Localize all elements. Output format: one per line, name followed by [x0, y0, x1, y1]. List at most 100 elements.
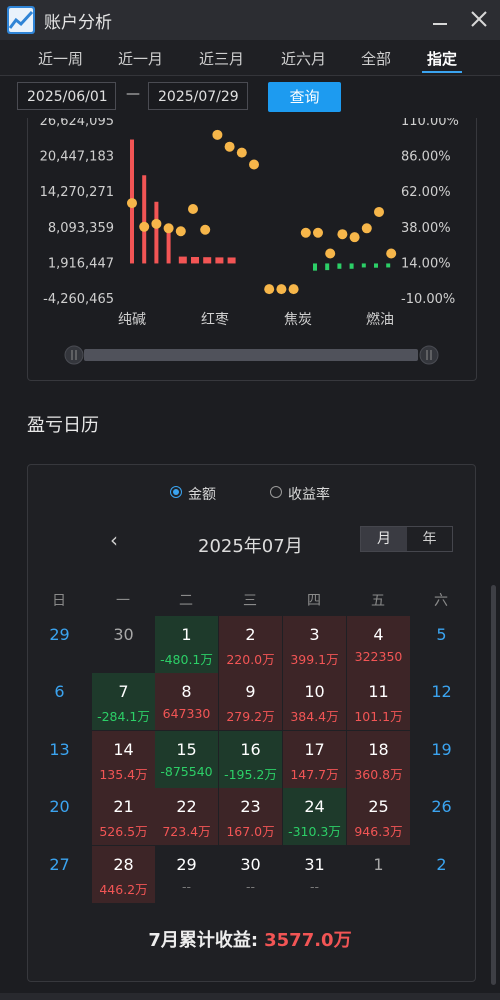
calendar-day-cell[interactable]: 14 135.4万 — [92, 731, 155, 788]
calendar-day-cell[interactable]: 10 384.4万 — [283, 673, 346, 730]
start-date-input[interactable]: 2025/06/01 — [17, 82, 116, 110]
calendar-heading: 盈亏日历 — [27, 415, 99, 436]
pnl-chart: 26,624,095 20,447,183 14,270,271 8,093,359 1… — [40, 118, 459, 365]
calendar-day-cell[interactable]: 11 101.1万 — [347, 673, 410, 730]
end-date-input[interactable]: 2025/07/29 — [148, 82, 248, 110]
right-axis-tick: 14.00% — [401, 256, 451, 271]
calendar-day-cell[interactable]: 18 360.8万 — [347, 731, 410, 788]
return-point — [313, 227, 323, 238]
day-number: 12 — [431, 682, 452, 701]
query-button[interactable]: 查询 — [268, 82, 341, 112]
tab-month[interactable]: 近一月 — [118, 48, 163, 69]
day-number: 29 — [176, 855, 197, 874]
calendar-day-cell[interactable]: 1 — [347, 846, 410, 903]
calendar-day-cell[interactable]: 25 946.3万 — [347, 788, 410, 845]
date-separator: — — [126, 86, 140, 102]
left-axis-tick: 14,270,271 — [40, 185, 114, 200]
tab-week[interactable]: 近一周 — [38, 48, 83, 69]
day-number: 8 — [181, 682, 192, 701]
calendar-day-cell[interactable]: 22 723.4万 — [155, 788, 218, 845]
page-scrollbar[interactable] — [491, 585, 496, 985]
day-number: 1 — [373, 855, 384, 874]
calendar-day-cell[interactable]: 23 167.0万 — [219, 788, 282, 845]
day-pnl-value: 101.1万 — [354, 709, 403, 724]
right-axis-tick: 110.00% — [401, 118, 459, 129]
day-number: 7 — [118, 682, 129, 701]
calendar-day-cell[interactable]: 29 — [28, 616, 91, 673]
tab-all[interactable]: 全部 — [361, 48, 391, 69]
day-pnl-value: 647330 — [162, 706, 211, 721]
day-number: 22 — [176, 797, 197, 816]
calendar-day-cell[interactable]: 19 — [410, 731, 473, 788]
calendar-day-cell[interactable]: 4 322350 — [347, 616, 410, 673]
calendar-day-cell[interactable]: 21 526.5万 — [92, 788, 155, 845]
pnl-bar — [142, 175, 147, 264]
return-point — [139, 221, 150, 232]
minimize-icon[interactable] — [430, 8, 450, 28]
pnl-bar — [154, 201, 159, 264]
month-title: 2025年07月 — [198, 536, 303, 557]
calendar-day-cell[interactable]: 9 279.2万 — [219, 673, 282, 730]
calendar-day-cell[interactable]: 6 — [28, 673, 91, 730]
calendar-day-cell[interactable]: 15 -875540 — [155, 731, 218, 788]
calendar-day-cell[interactable]: 16 -195.2万 — [219, 731, 282, 788]
x-axis-label: 燃油 — [366, 311, 394, 328]
calendar-day-cell[interactable]: 5 — [410, 616, 473, 673]
calendar-day-cell[interactable]: 29 -- — [155, 846, 218, 903]
view-month-button[interactable]: 月 — [361, 527, 407, 551]
zoom-left-handle[interactable] — [64, 345, 84, 365]
calendar-day-cell[interactable]: 30 — [92, 616, 155, 673]
day-number: 27 — [49, 855, 70, 874]
calendar-day-cell[interactable]: 12 — [410, 673, 473, 730]
calendar-day-cell[interactable]: 20 — [28, 788, 91, 845]
close-icon[interactable] — [470, 10, 488, 28]
day-number: 21 — [113, 797, 134, 816]
calendar-day-cell[interactable]: 26 — [410, 788, 473, 845]
weekday-label: 二 — [179, 593, 193, 609]
day-pnl-value: -875540 — [160, 764, 213, 779]
calendar-day-cell[interactable]: 28 446.2万 — [92, 846, 155, 903]
calendar-day-cell[interactable]: 2 — [410, 846, 473, 903]
tab-six-months[interactable]: 近六月 — [281, 48, 326, 69]
day-number: 25 — [368, 797, 389, 816]
calendar-day-cell[interactable]: 24 -310.3万 — [283, 788, 346, 845]
return-point — [325, 248, 336, 259]
calendar-day-cell[interactable]: 7 -284.1万 — [92, 673, 155, 730]
day-pnl-value: 946.3万 — [354, 824, 403, 839]
day-pnl-value: -480.1万 — [160, 652, 213, 667]
zoom-right-handle[interactable] — [419, 345, 439, 365]
calendar-day-cell[interactable]: 2 220.0万 — [219, 616, 282, 673]
zoom-slider-track[interactable] — [84, 349, 418, 361]
calendar-day-cell[interactable]: 27 — [28, 846, 91, 903]
return-point — [224, 141, 235, 152]
tab-custom[interactable]: 指定 — [427, 48, 457, 69]
day-number: 19 — [431, 740, 452, 759]
left-axis-tick: 20,447,183 — [40, 150, 114, 165]
day-pnl-value: 446.2万 — [99, 882, 148, 897]
summary-value: 3577.0万 — [264, 930, 352, 951]
calendar-day-cell[interactable]: 13 — [28, 731, 91, 788]
radio-selected-icon — [170, 486, 182, 498]
calendar-day-cell[interactable]: 17 147.7万 — [283, 731, 346, 788]
calendar-day-cell[interactable]: 30 -- — [219, 846, 282, 903]
day-number: 6 — [54, 682, 65, 701]
prev-month-button[interactable]: ‹ — [110, 528, 118, 552]
calendar-day-cell[interactable]: 31 -- — [283, 846, 346, 903]
radio-unselected-icon — [270, 486, 282, 498]
return-point — [175, 226, 186, 237]
day-number: 24 — [304, 797, 325, 816]
day-pnl-value: 526.5万 — [99, 824, 148, 839]
calendar-day-cell[interactable]: 1 -480.1万 — [155, 616, 218, 673]
view-year-button[interactable]: 年 — [407, 527, 452, 551]
day-number: 10 — [304, 682, 325, 701]
left-axis-tick: 8,093,359 — [48, 221, 114, 236]
tab-three-months[interactable]: 近三月 — [199, 48, 244, 69]
calendar-day-cell[interactable]: 8 647330 — [155, 673, 218, 730]
pnl-bar — [386, 263, 391, 268]
day-pnl-value: 384.4万 — [290, 709, 339, 724]
return-point — [249, 159, 259, 170]
x-axis-label: 焦炭 — [284, 312, 312, 328]
pnl-bar — [361, 263, 366, 268]
calendar-day-cell[interactable]: 3 399.1万 — [283, 616, 346, 673]
title-bar: 账户分析 — [0, 0, 500, 40]
